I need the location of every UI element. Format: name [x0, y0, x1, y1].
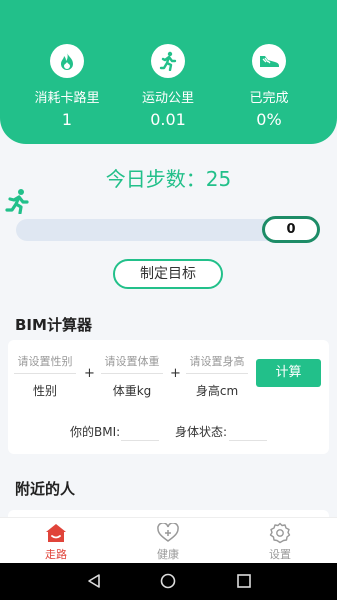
completion-label: 已完成: [249, 91, 289, 106]
height-field[interactable]: 请设置身高 身高cm: [186, 353, 248, 399]
home-button-icon[interactable]: [160, 573, 176, 593]
nav-item-walk[interactable]: 走路: [16, 522, 96, 562]
flame-icon: [50, 44, 84, 78]
nearby-people-title: 附近的人: [15, 480, 76, 498]
completion-stat: 已完成 0%: [219, 44, 319, 129]
nav-item-settings[interactable]: 设置: [240, 522, 320, 562]
weight-placeholder[interactable]: 请设置体重: [101, 353, 163, 374]
gender-placeholder[interactable]: 请设置性别: [14, 353, 76, 374]
gender-field[interactable]: 请设置性别 性别: [14, 353, 76, 399]
bmi-result-label: 你的BMI:: [70, 425, 121, 439]
plus-sign: +: [170, 366, 181, 381]
today-steps-title: 今日步数：25: [105, 167, 232, 191]
steps-progress-value: 0: [262, 216, 320, 243]
distance-value: 0.01: [150, 110, 186, 129]
bottom-nav: 走路 健康 设置: [0, 517, 337, 563]
recents-icon[interactable]: [236, 573, 252, 593]
nav-label-walk: 走路: [45, 548, 67, 561]
distance-stat: 运动公里 0.01: [118, 44, 218, 129]
weight-label: 体重kg: [112, 384, 152, 398]
calories-value: 1: [61, 110, 73, 129]
height-placeholder[interactable]: 请设置身高: [186, 353, 248, 374]
set-goal-button[interactable]: 制定目标: [113, 259, 223, 289]
body-status-label: 身体状态:: [175, 425, 228, 439]
calories-stat: 消耗卡路里 1: [17, 44, 117, 129]
system-nav-bar: [0, 563, 337, 600]
bmi-calculator-title: BIM计算器: [15, 316, 92, 334]
height-label: 身高cm: [195, 384, 239, 398]
nav-item-health[interactable]: 健康: [128, 522, 208, 562]
distance-label: 运动公里: [141, 91, 194, 106]
completion-value: 0%: [256, 110, 282, 129]
nav-label-settings: 设置: [269, 548, 291, 561]
sneaker-icon: [252, 44, 286, 78]
heart-plus-icon: [128, 522, 208, 544]
plus-sign: +: [84, 366, 95, 381]
gender-label: 性别: [32, 384, 57, 398]
calories-label: 消耗卡路里: [34, 91, 100, 106]
runner-icon: [4, 188, 30, 218]
body-status-field: [229, 440, 267, 441]
nav-label-health: 健康: [157, 548, 179, 561]
stats-header: 消耗卡路里 1 运动公里 0.01 已完成 0%: [0, 0, 337, 144]
home-icon: [16, 522, 96, 544]
bmi-result-field: [121, 440, 159, 441]
back-icon[interactable]: [86, 573, 102, 593]
calculate-button[interactable]: 计算: [256, 359, 321, 387]
running-person-icon: [151, 44, 185, 78]
weight-field[interactable]: 请设置体重 体重kg: [101, 353, 163, 399]
gear-icon: [240, 522, 320, 544]
